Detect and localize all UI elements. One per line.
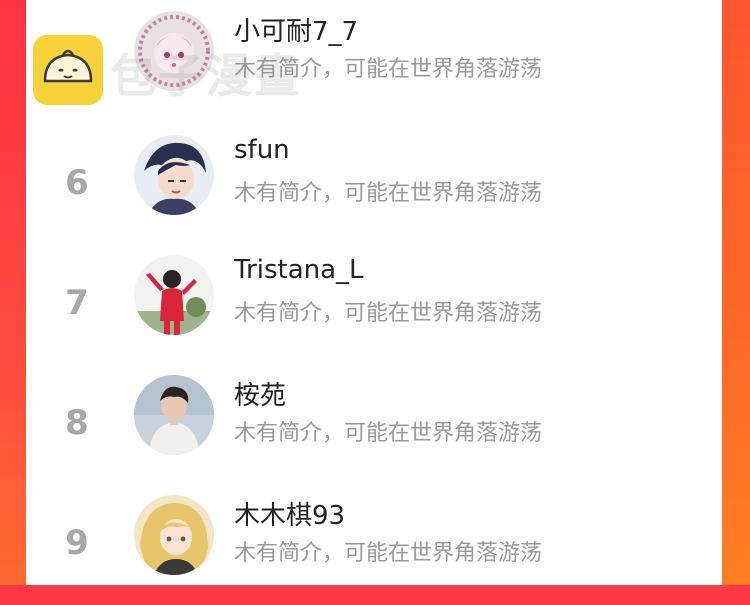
user-name[interactable]: 桉苑 [234, 375, 286, 412]
rank-number: 7 [65, 283, 89, 323]
user-name[interactable]: sfun [234, 135, 290, 165]
list-item[interactable]: 9 木木棋93 木有简介，可能在世界角落游荡 [26, 485, 722, 605]
background-left-edge [0, 0, 26, 585]
avatar[interactable] [134, 255, 214, 335]
background-right-edge [722, 0, 750, 585]
user-bio: 木有简介，可能在世界角落游荡 [234, 301, 543, 326]
rank-number: 9 [65, 523, 89, 563]
list-item[interactable]: 6 sfun 木有简介，可能在世界角落游荡 [26, 125, 722, 245]
user-name[interactable]: 木木棋93 [234, 495, 345, 532]
user-bio: 木有简介，可能在世界角落游荡 [234, 181, 543, 206]
avatar[interactable] [134, 375, 214, 455]
rank-number: 8 [65, 403, 89, 443]
watermark-text: 包子漫畫 [110, 49, 302, 103]
avatar[interactable] [134, 495, 214, 575]
list-item[interactable]: 7 Tristana_L 木有简介，可能在世界角落游荡 [26, 245, 722, 365]
user-bio: 木有简介，可能在世界角落游荡 [234, 421, 543, 446]
rank-number: 6 [65, 163, 89, 203]
user-bio: 木有简介，可能在世界角落游荡 [234, 541, 543, 566]
watermark-logo-icon [33, 35, 103, 105]
user-name[interactable]: Tristana_L [234, 255, 364, 285]
avatar[interactable] [134, 135, 214, 215]
list-item[interactable]: 8 桉苑 木有简介，可能在世界角落游荡 [26, 365, 722, 485]
